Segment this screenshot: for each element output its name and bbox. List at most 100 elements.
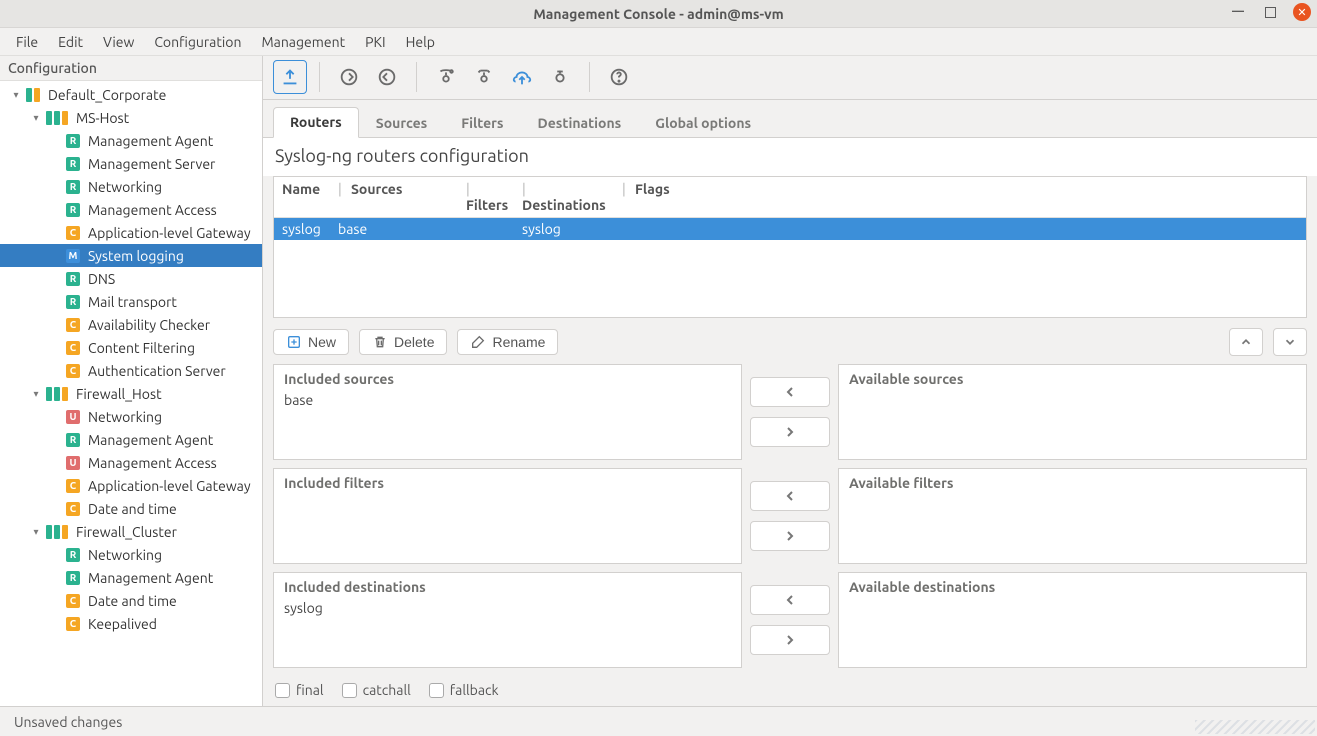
window-maximize-button[interactable]	[1261, 3, 1279, 21]
tree-node[interactable]: CKeepalived	[0, 612, 262, 635]
menu-management[interactable]: Management	[251, 30, 355, 54]
tree-node[interactable]: CContent Filtering	[0, 336, 262, 359]
window-title: Management Console - admin@ms-vm	[533, 6, 783, 22]
group-icon	[46, 111, 68, 125]
add-button[interactable]	[750, 585, 830, 615]
menu-configuration[interactable]: Configuration	[144, 30, 251, 54]
delete-button[interactable]: Delete	[359, 329, 447, 355]
toolbar-up-button[interactable]	[273, 60, 307, 94]
tab-sources[interactable]: Sources	[359, 108, 445, 138]
menu-view[interactable]: View	[93, 30, 144, 54]
tree-node[interactable]: ▾Firewall_Host	[0, 382, 262, 405]
new-button[interactable]: New	[273, 329, 349, 355]
tab-global-options[interactable]: Global options	[638, 108, 768, 138]
node-badge-icon: U	[66, 410, 80, 424]
tree-node[interactable]: UManagement Access	[0, 451, 262, 474]
tree-node[interactable]: CApplication-level Gateway	[0, 221, 262, 244]
tree-node[interactable]: CDate and time	[0, 497, 262, 520]
expander-icon[interactable]: ▾	[30, 112, 42, 124]
tree-node[interactable]: RMail transport	[0, 290, 262, 313]
main-panel: Routers Sources Filters Destinations Glo…	[263, 56, 1317, 706]
tree-node[interactable]: RNetworking	[0, 543, 262, 566]
routers-table[interactable]: Name Sources Filters Destinations Flags …	[273, 176, 1307, 318]
toolbar-upload-icon[interactable]	[505, 60, 539, 94]
col-destinations[interactable]: Destinations	[522, 181, 622, 213]
available-listbox[interactable]: Available filters	[838, 468, 1307, 564]
tree-node[interactable]: RManagement Agent	[0, 428, 262, 451]
tab-routers[interactable]: Routers	[273, 107, 359, 138]
tree-node[interactable]: ▾Default_Corporate	[0, 83, 262, 106]
toolbar-commit-icon[interactable]	[332, 60, 366, 94]
tree-header: Configuration	[0, 56, 262, 81]
tree-node[interactable]: RNetworking	[0, 175, 262, 198]
tree-node[interactable]: MSystem logging	[0, 244, 262, 267]
tree-node[interactable]: RManagement Server	[0, 152, 262, 175]
col-flags[interactable]: Flags	[622, 181, 1298, 213]
menu-file[interactable]: File	[6, 30, 48, 54]
routers-table-row[interactable]: syslog base syslog	[274, 218, 1306, 240]
toolbar-sync-config-icon[interactable]	[467, 60, 501, 94]
section-title: Syslog-ng routers configuration	[263, 138, 1317, 176]
expander-icon[interactable]: ▾	[30, 526, 42, 538]
col-filters[interactable]: Filters	[466, 181, 522, 213]
toolbar-separator	[589, 62, 590, 92]
status-text: Unsaved changes	[14, 714, 122, 730]
tree-node[interactable]: ▾MS-Host	[0, 106, 262, 129]
list-item[interactable]: syslog	[284, 599, 731, 617]
remove-button[interactable]	[750, 417, 830, 447]
configuration-tree[interactable]: ▾Default_Corporate▾MS-HostRManagement Ag…	[0, 81, 262, 706]
toolbar-status-icon[interactable]	[543, 60, 577, 94]
available-listbox[interactable]: Available sources	[838, 364, 1307, 460]
menu-help[interactable]: Help	[396, 30, 445, 54]
rename-button[interactable]: Rename	[457, 329, 558, 355]
tree-node[interactable]: RManagement Agent	[0, 129, 262, 152]
node-badge-icon: C	[66, 341, 80, 355]
window-minimize-button[interactable]	[1229, 3, 1247, 21]
tree-node-label: Management Agent	[88, 133, 213, 149]
expander-icon[interactable]: ▾	[10, 89, 22, 101]
tree-node[interactable]: UNetworking	[0, 405, 262, 428]
menu-pki[interactable]: PKI	[355, 30, 395, 54]
included-listbox[interactable]: Included filters	[273, 468, 742, 564]
chevron-left-icon	[782, 592, 798, 608]
add-button[interactable]	[750, 481, 830, 511]
tree-node-label: System logging	[88, 248, 184, 264]
toolbar-view-config-icon[interactable]	[429, 60, 463, 94]
tree-node-label: Management Agent	[88, 570, 213, 586]
window-close-button[interactable]	[1293, 3, 1311, 21]
tree-node[interactable]: RDNS	[0, 267, 262, 290]
remove-button[interactable]	[750, 625, 830, 655]
resize-grip[interactable]	[1195, 720, 1315, 734]
flag-catchall-checkbox[interactable]: catchall	[342, 682, 411, 698]
col-sources[interactable]: Sources	[338, 181, 466, 213]
tree-node[interactable]: RManagement Agent	[0, 566, 262, 589]
tree-node[interactable]: CDate and time	[0, 589, 262, 612]
tree-node-label: Management Server	[88, 156, 215, 172]
toolbar-revert-icon[interactable]	[370, 60, 404, 94]
menu-edit[interactable]: Edit	[48, 30, 93, 54]
flag-fallback-checkbox[interactable]: fallback	[429, 682, 499, 698]
included-listbox[interactable]: Included sourcesbase	[273, 364, 742, 460]
tree-node[interactable]: CApplication-level Gateway	[0, 474, 262, 497]
add-button[interactable]	[750, 377, 830, 407]
move-up-button[interactable]	[1229, 328, 1263, 356]
delete-button-label: Delete	[394, 334, 434, 350]
available-listbox[interactable]: Available destinations	[838, 572, 1307, 668]
expander-icon[interactable]: ▾	[30, 388, 42, 400]
flag-final-checkbox[interactable]: final	[275, 682, 324, 698]
tab-filters[interactable]: Filters	[444, 108, 520, 138]
toolbar-help-icon[interactable]	[602, 60, 636, 94]
remove-button[interactable]	[750, 521, 830, 551]
col-name[interactable]: Name	[282, 181, 338, 213]
included-listbox[interactable]: Included destinationssyslog	[273, 572, 742, 668]
tree-node[interactable]: ▾Firewall_Cluster	[0, 520, 262, 543]
tree-node[interactable]: CAvailability Checker	[0, 313, 262, 336]
list-item[interactable]: base	[284, 391, 731, 409]
tree-node-label: Date and time	[88, 501, 177, 517]
move-down-button[interactable]	[1273, 328, 1307, 356]
flag-fallback-label: fallback	[450, 682, 499, 698]
chevron-down-icon	[1283, 335, 1297, 349]
tab-destinations[interactable]: Destinations	[521, 108, 639, 138]
tree-node[interactable]: RManagement Access	[0, 198, 262, 221]
tree-node[interactable]: CAuthentication Server	[0, 359, 262, 382]
